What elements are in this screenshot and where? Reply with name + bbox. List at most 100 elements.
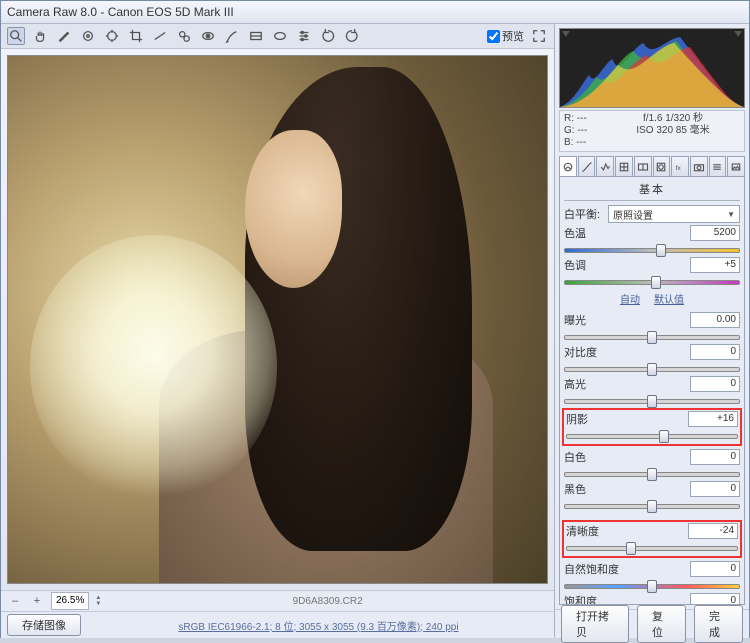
- saturation-value[interactable]: 0: [690, 593, 740, 605]
- panel-title: 基本: [564, 181, 740, 201]
- whites-label: 白色: [564, 449, 604, 465]
- tab-split[interactable]: [634, 156, 652, 176]
- tint-value[interactable]: +5: [690, 257, 740, 273]
- temp-value[interactable]: 5200: [690, 225, 740, 241]
- zoom-row: – + 26.5% ▲▼ 9D6A8309.CR2: [1, 590, 554, 611]
- tab-curve[interactable]: [578, 156, 596, 176]
- blacks-value[interactable]: 0: [690, 481, 740, 497]
- tab-presets[interactable]: [709, 156, 727, 176]
- fullscreen-icon[interactable]: [530, 27, 548, 45]
- meta-box: R: --- G: --- B: --- f/1.6 1/320 秒 ISO 3…: [559, 110, 745, 152]
- left-pane: 预览 – + 26.5% ▲▼ 9D6A8309.CR2 存储图像 sRGB I…: [1, 24, 555, 638]
- rgb-g: G: ---: [564, 125, 598, 137]
- tint-slider[interactable]: [564, 275, 740, 287]
- save-image-button[interactable]: 存储图像: [7, 614, 81, 636]
- preview-checkbox[interactable]: 预览: [487, 28, 524, 44]
- vibrance-value[interactable]: 0: [690, 561, 740, 577]
- rotate-cw-icon[interactable]: [343, 27, 361, 45]
- shadows-highlight-box: 阴影 +16: [562, 408, 742, 446]
- histogram[interactable]: [559, 28, 745, 108]
- bottom-row: 存储图像 sRGB IEC61966-2.1; 8 位; 3055 x 3055…: [1, 611, 554, 638]
- highlights-label: 高光: [564, 376, 604, 392]
- zoom-in-icon[interactable]: +: [29, 593, 45, 609]
- blacks-label: 黑色: [564, 481, 604, 497]
- zoom-stepper[interactable]: ▲▼: [95, 593, 101, 609]
- app-window: Camera Raw 8.0 - Canon EOS 5D Mark III: [0, 0, 750, 638]
- contrast-slider[interactable]: [564, 362, 740, 374]
- zoom-tool-icon[interactable]: [7, 27, 25, 45]
- zoom-out-icon[interactable]: –: [7, 593, 23, 609]
- vibrance-slider[interactable]: [564, 579, 740, 591]
- open-button[interactable]: 打开拷贝: [561, 605, 629, 643]
- grad-filter-icon[interactable]: [247, 27, 265, 45]
- exposure-label: 曝光: [564, 312, 604, 328]
- hand-tool-icon[interactable]: [31, 27, 49, 45]
- window-title: Camera Raw 8.0 - Canon EOS 5D Mark III: [7, 5, 234, 19]
- crop-tool-icon[interactable]: [127, 27, 145, 45]
- svg-text:fx: fx: [676, 165, 682, 172]
- sampler-tool-icon[interactable]: [79, 27, 97, 45]
- exposure-value[interactable]: 0.00: [690, 312, 740, 328]
- shadows-value[interactable]: +16: [688, 411, 738, 427]
- wb-label: 白平衡:: [564, 206, 604, 222]
- photo-placeholder: [8, 56, 547, 583]
- wb-select[interactable]: 原照设置▼: [608, 205, 740, 223]
- zoom-value[interactable]: 26.5%: [51, 592, 89, 610]
- default-link[interactable]: 默认值: [654, 291, 684, 306]
- exposure-line2: ISO 320 85 毫米: [604, 125, 742, 137]
- highlights-slider[interactable]: [564, 394, 740, 406]
- tab-hsl[interactable]: [615, 156, 633, 176]
- spot-tool-icon[interactable]: [175, 27, 193, 45]
- prefs-icon[interactable]: [295, 27, 313, 45]
- rotate-ccw-icon[interactable]: [319, 27, 337, 45]
- basic-panel: 基本 白平衡: 原照设置▼ 色温5200 色调+5 自动 默认值 曝光0.00 …: [559, 176, 745, 605]
- clarity-slider[interactable]: [566, 541, 738, 553]
- clarity-value[interactable]: -24: [688, 523, 738, 539]
- footer-buttons: 打开拷贝 复位 完成: [555, 609, 749, 638]
- straighten-tool-icon[interactable]: [151, 27, 169, 45]
- rgb-r: R: ---: [564, 113, 598, 125]
- tab-detail[interactable]: [596, 156, 614, 176]
- shadows-slider[interactable]: [566, 429, 738, 441]
- tab-fx[interactable]: fx: [671, 156, 689, 176]
- rgb-b: B: ---: [564, 137, 598, 149]
- title-bar: Camera Raw 8.0 - Canon EOS 5D Mark III: [1, 1, 749, 24]
- auto-default-links: 自动 默认值: [564, 291, 740, 306]
- done-button[interactable]: 完成: [694, 605, 743, 643]
- right-pane: R: --- G: --- B: --- f/1.6 1/320 秒 ISO 3…: [555, 24, 749, 638]
- workflow-link[interactable]: sRGB IEC61966-2.1; 8 位; 3055 x 3055 (9.3…: [89, 618, 548, 633]
- tab-basic[interactable]: [559, 156, 577, 176]
- app-body: 预览 – + 26.5% ▲▼ 9D6A8309.CR2 存储图像 sRGB I…: [1, 24, 749, 638]
- contrast-label: 对比度: [564, 344, 604, 360]
- exposure-slider[interactable]: [564, 330, 740, 342]
- clarity-highlight-box: 清晰度 -24: [562, 520, 742, 558]
- vibrance-label: 自然饱和度: [564, 561, 624, 577]
- whites-value[interactable]: 0: [690, 449, 740, 465]
- adjust-brush-icon[interactable]: [223, 27, 241, 45]
- temp-slider[interactable]: [564, 243, 740, 255]
- saturation-label: 饱和度: [564, 593, 604, 605]
- shadows-label: 阴影: [566, 411, 606, 427]
- radial-filter-icon[interactable]: [271, 27, 289, 45]
- highlights-value[interactable]: 0: [690, 376, 740, 392]
- image-preview[interactable]: [7, 55, 548, 584]
- redeye-tool-icon[interactable]: [199, 27, 217, 45]
- clarity-label: 清晰度: [566, 523, 606, 539]
- whites-slider[interactable]: [564, 467, 740, 479]
- tab-lens[interactable]: [653, 156, 671, 176]
- blacks-slider[interactable]: [564, 499, 740, 511]
- contrast-value[interactable]: 0: [690, 344, 740, 360]
- tint-label: 色调: [564, 257, 604, 273]
- tab-snapshots[interactable]: [727, 156, 745, 176]
- exposure-line1: f/1.6 1/320 秒: [604, 113, 742, 125]
- auto-link[interactable]: 自动: [620, 291, 640, 306]
- temp-label: 色温: [564, 225, 604, 241]
- toolbar: 预览: [1, 24, 554, 49]
- target-tool-icon[interactable]: [103, 27, 121, 45]
- tab-camera[interactable]: [690, 156, 708, 176]
- wb-tool-icon[interactable]: [55, 27, 73, 45]
- reset-button[interactable]: 复位: [637, 605, 686, 643]
- chevron-down-icon: ▼: [727, 210, 735, 219]
- panel-tabs: fx: [559, 156, 745, 176]
- filename-label: 9D6A8309.CR2: [107, 596, 548, 607]
